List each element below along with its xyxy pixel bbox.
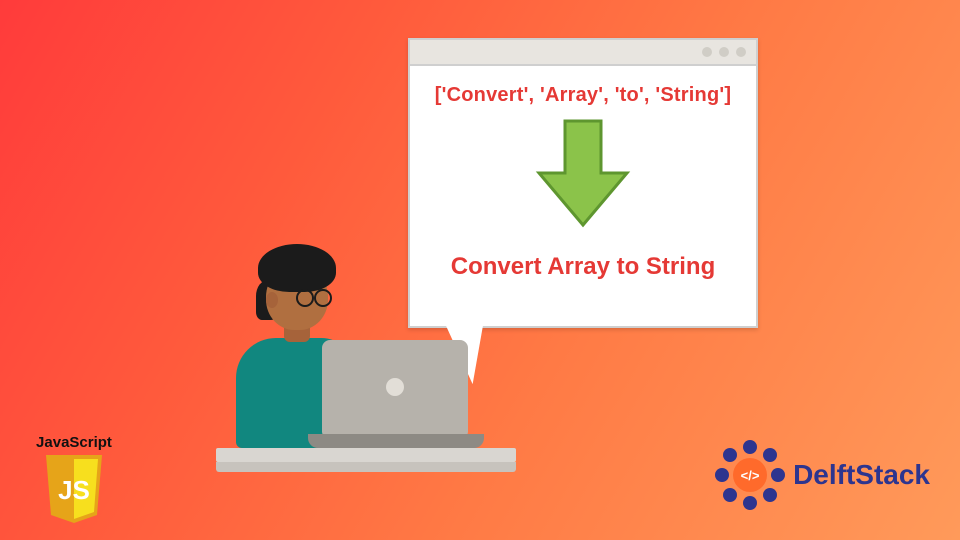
delftstack-brand-text: DelftStack [793,459,930,491]
window-dot-icon [702,47,712,57]
delftstack-badge-icon: </> [715,440,785,510]
delftstack-logo: </> DelftStack [715,440,930,510]
person-at-laptop-illustration [216,248,516,488]
javascript-logo: JavaScript JS [26,434,122,523]
svg-text:</>: </> [741,468,760,483]
glasses-icon [296,289,330,303]
js-badge-text: JS [58,475,90,505]
window-dot-icon [719,47,729,57]
js-shield-icon: JS [42,453,106,523]
window-dot-icon [736,47,746,57]
desk [216,448,516,462]
array-literal-text: ['Convert', 'Array', 'to', 'String'] [435,84,731,107]
arrow-down-icon [523,115,643,235]
window-titlebar [410,40,756,66]
javascript-label: JavaScript [26,434,122,451]
